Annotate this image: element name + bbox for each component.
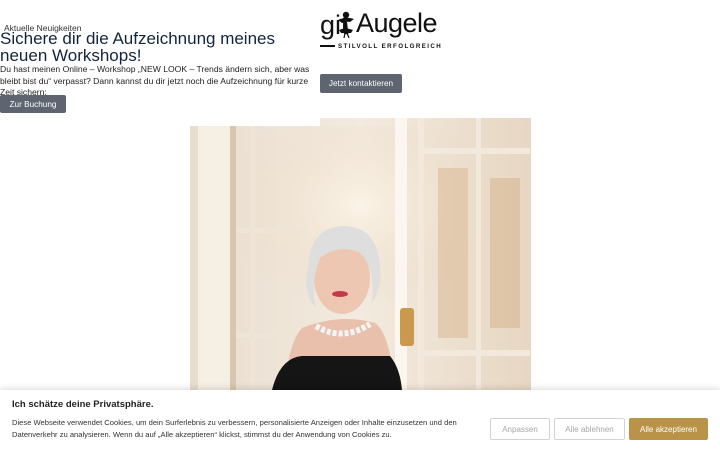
cookie-customize-button[interactable]: Anpassen (490, 418, 550, 440)
booking-button[interactable]: Zur Buchung (0, 95, 66, 113)
cookie-title: Ich schätze deine Privatsphäre. (12, 399, 154, 410)
dancer-icon (338, 11, 354, 38)
contact-button[interactable]: Jetzt kontaktieren (320, 74, 402, 93)
logo-name: Augele (356, 8, 438, 38)
cookie-accept-button[interactable]: Alle akzeptieren (629, 418, 708, 440)
cookie-text: Diese Webseite verwendet Cookies, um dei… (12, 418, 457, 439)
logo-tagline: STILVOLL ERFOLGREICH (338, 43, 443, 50)
cookie-reject-button[interactable]: Alle ablehnen (554, 418, 625, 440)
logo-divider (320, 45, 335, 47)
hero-photo (190, 118, 531, 390)
hero-photo-illustration (190, 118, 531, 390)
news-text: Du hast meinen Online – Workshop „NEW LO… (0, 64, 310, 98)
brand-logo[interactable]: git Augele STILVOLL ERFOLGREICH (320, 8, 450, 54)
news-title: Sichere dir die Aufzeichnung meines neue… (0, 29, 275, 65)
cookie-banner: Ich schätze deine Privatsphäre. Diese We… (0, 390, 720, 450)
